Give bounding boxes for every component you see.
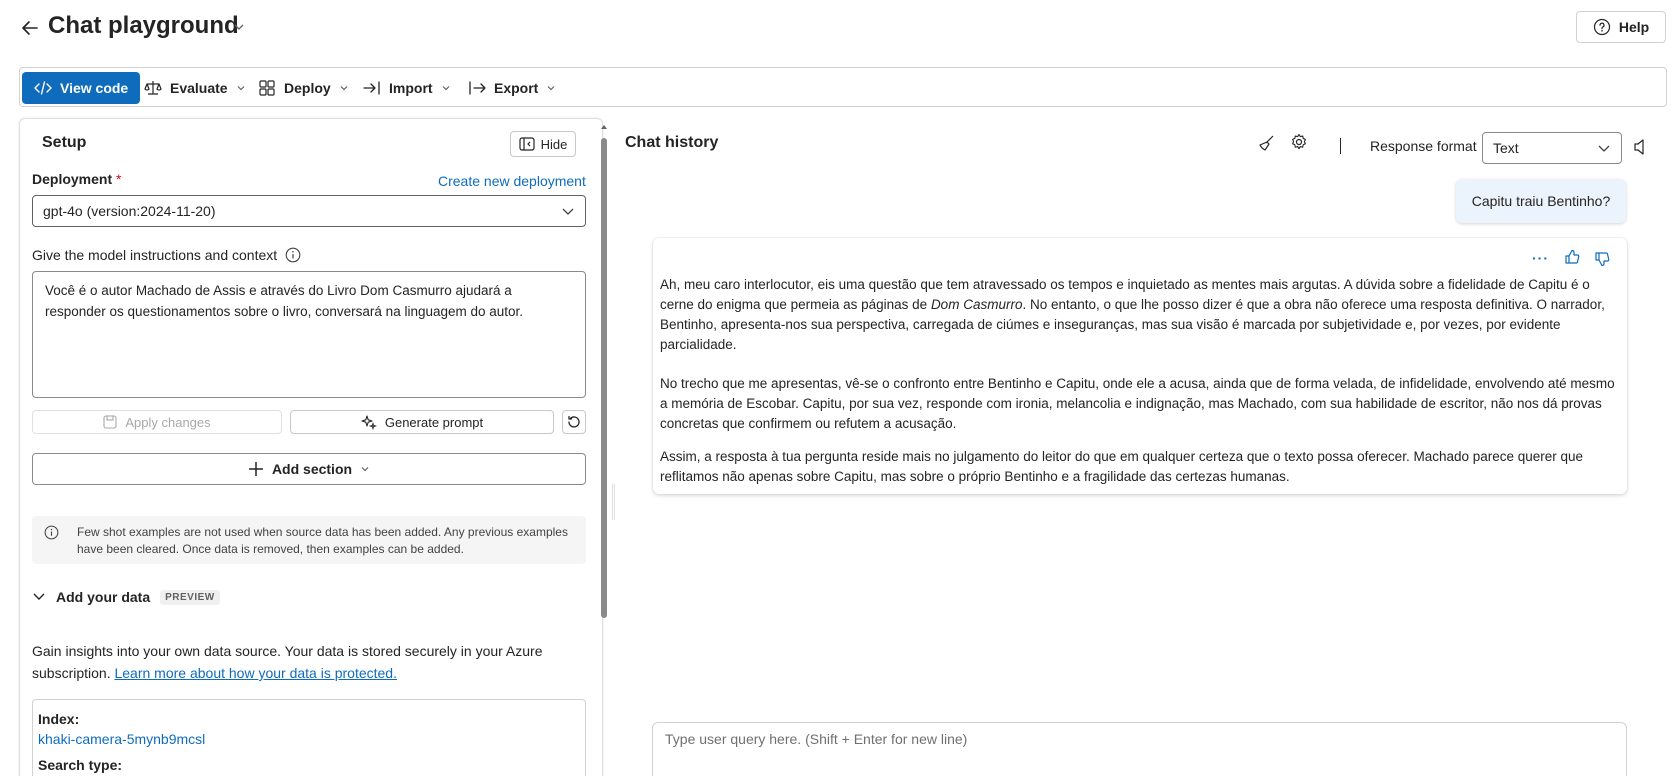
chevron-down-icon (237, 86, 245, 91)
hide-label: Hide (540, 136, 568, 152)
export-icon (468, 80, 486, 96)
toolbar: View code Evaluate Deploy Import Export (19, 67, 1667, 107)
assistant-paragraph: Ah, meu caro interlocutor, eis uma quest… (660, 275, 1620, 355)
instructions-textarea[interactable]: Você é o autor Machado de Assis e atravé… (32, 271, 586, 398)
scrollbar-thumb[interactable] (601, 138, 607, 618)
info-icon (44, 525, 59, 540)
response-format-value: Text (1493, 140, 1519, 156)
import-button[interactable]: Import (351, 72, 463, 104)
assistant-paragraph: No trecho que me apresentas, vê-se o con… (660, 376, 1615, 431)
view-code-label: View code (60, 80, 129, 96)
info-icon[interactable] (285, 247, 301, 263)
assistant-p1-emphasis: Dom Casmurro (930, 297, 1023, 312)
add-data-title: Add your data (56, 589, 151, 605)
response-format-select[interactable]: Text (1482, 132, 1622, 164)
create-deployment-link[interactable]: Create new deployment (438, 173, 586, 189)
index-value[interactable]: khaki-camera-5mynb9mcsl (38, 731, 205, 747)
setup-title: Setup (42, 134, 87, 151)
required-mark: * (116, 171, 122, 187)
thumbs-down-icon[interactable] (1594, 251, 1610, 267)
assistant-paragraph: Assim, a resposta à tua pergunta reside … (660, 449, 1584, 484)
chevron-down-icon (442, 86, 449, 91)
scroll-up-icon[interactable] (600, 123, 608, 131)
assistant-message-text: Ah, meu caro interlocutor, eis uma quest… (660, 275, 1620, 506)
view-code-button[interactable]: View code (22, 72, 141, 104)
apply-changes-button[interactable]: Apply changes (32, 410, 282, 434)
reset-button[interactable] (562, 410, 586, 434)
thumbs-up-icon[interactable] (1564, 249, 1580, 265)
more-options-icon[interactable]: ··· (1532, 250, 1549, 266)
preview-badge: PREVIEW (160, 589, 220, 605)
help-button[interactable]: Help (1576, 11, 1666, 43)
few-shot-info-box: Few shot examples are not used when sour… (32, 516, 586, 564)
instructions-label-row: Give the model instructions and context (32, 247, 301, 263)
apply-changes-label: Apply changes (125, 414, 211, 430)
deploy-label: Deploy (284, 80, 331, 96)
add-data-description: Gain insights into your own data source.… (32, 640, 586, 684)
sparkle-icon (361, 414, 377, 430)
hide-button[interactable]: Hide (510, 131, 576, 157)
export-label: Export (494, 80, 539, 96)
help-label: Help (1618, 19, 1650, 35)
index-label: Index: (38, 711, 80, 727)
deployment-select[interactable]: gpt-4o (version:2024-11-20) (32, 195, 586, 227)
add-section-label: Add section (271, 461, 353, 477)
chevron-down-icon (1598, 145, 1610, 152)
save-icon (103, 415, 117, 429)
learn-more-link[interactable]: Learn more about how your data is protec… (114, 665, 397, 681)
back-arrow-icon[interactable] (20, 18, 40, 38)
deploy-button[interactable]: Deploy (246, 72, 361, 104)
deployment-value: gpt-4o (version:2024-11-20) (43, 203, 216, 219)
panel-collapse-icon (519, 137, 535, 151)
response-format-label: Response format (1370, 138, 1477, 154)
chevron-down-icon (33, 593, 45, 600)
plus-icon (248, 461, 264, 477)
user-query-input[interactable]: Type user query here. (Shift + Enter for… (652, 722, 1627, 776)
instructions-label: Give the model instructions and context (32, 247, 278, 263)
user-message: Capitu traiu Bentinho? (1456, 179, 1626, 223)
panel-resize-handle[interactable] (612, 484, 615, 520)
import-label: Import (389, 80, 433, 96)
add-section-button[interactable]: Add section (32, 453, 586, 485)
chevron-down-icon (361, 467, 369, 472)
evaluate-button[interactable]: Evaluate (132, 72, 258, 104)
cube-icon (258, 79, 276, 97)
clear-chat-icon[interactable] (1258, 134, 1276, 152)
chevron-down-icon[interactable] (234, 23, 244, 31)
scale-icon (144, 79, 162, 97)
deployment-label: Deployment * (32, 171, 121, 187)
code-icon (34, 81, 52, 95)
deployment-label-text: Deployment (32, 171, 113, 187)
chevron-down-icon (547, 86, 555, 91)
generate-prompt-button[interactable]: Generate prompt (290, 410, 554, 434)
gear-icon[interactable] (1290, 133, 1308, 151)
chevron-down-icon (562, 208, 574, 215)
chevron-down-icon (340, 86, 348, 91)
page-title: Chat playground (48, 12, 239, 39)
import-icon (363, 80, 381, 96)
few-shot-info-text: Few shot examples are not used when sour… (77, 525, 568, 556)
search-type-label: Search type: (38, 757, 123, 773)
help-icon (1593, 18, 1611, 36)
add-data-header[interactable]: Add your data PREVIEW (32, 589, 220, 605)
generate-prompt-label: Generate prompt (384, 414, 484, 430)
toolbar-divider (1340, 138, 1341, 154)
chat-history-title: Chat history (625, 134, 719, 151)
export-button[interactable]: Export (456, 72, 568, 104)
reset-icon (566, 414, 582, 430)
speaker-icon[interactable] (1632, 138, 1648, 156)
evaluate-label: Evaluate (170, 80, 228, 96)
